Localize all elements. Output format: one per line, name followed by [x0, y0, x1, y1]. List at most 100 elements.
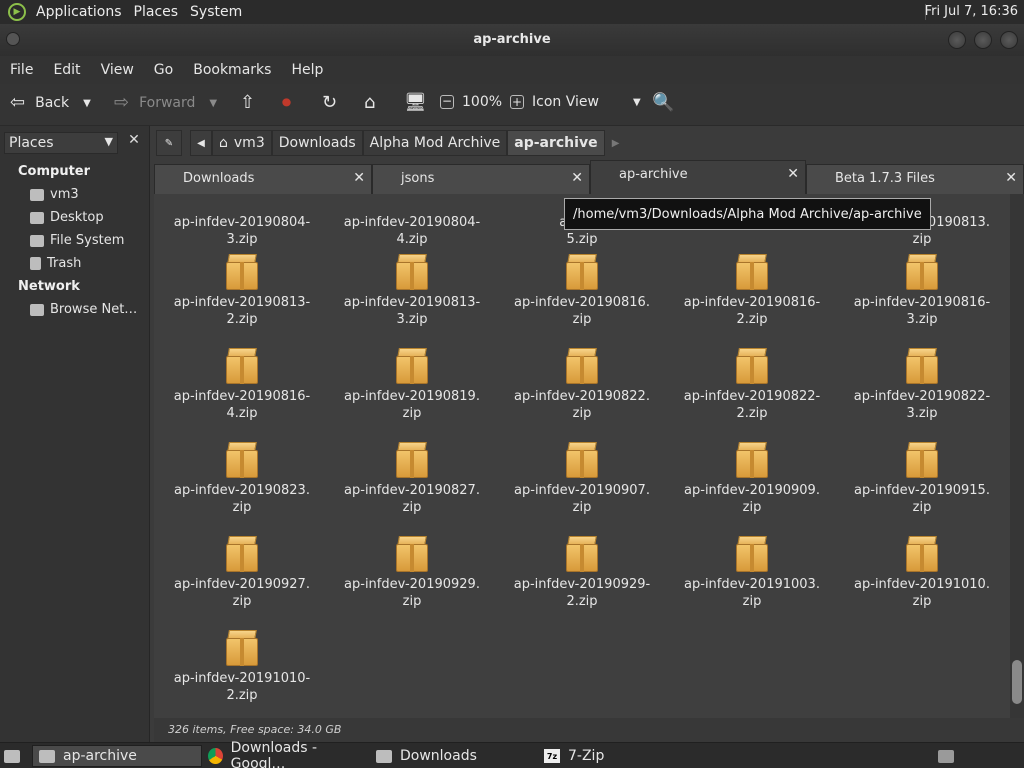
file-item[interactable]: ap-infdev-20191010. zip	[847, 534, 997, 610]
breadcrumb-ap-archive[interactable]: ap-archive	[507, 130, 605, 156]
file-item[interactable]: ap-infdev-20191003. zip	[677, 534, 827, 610]
file-icon-grid[interactable]: ap-infdev-20190804- 3.zip ap-infdev-201908…	[154, 194, 1010, 718]
zoom-out-icon[interactable]: −	[440, 95, 454, 109]
file-item[interactable]: ap-infdev-20190816. zip	[507, 252, 657, 328]
zip-archive-icon	[395, 440, 429, 478]
sidebar-item-vm3[interactable]: vm3	[30, 187, 79, 202]
file-item[interactable]: ap-infdev-20190816- 3.zip	[847, 252, 997, 328]
show-desktop-button[interactable]	[0, 745, 26, 767]
file-item[interactable]: ap-infdev-20190819. zip	[337, 346, 487, 422]
sidebar-close-icon[interactable]: ✕	[124, 132, 144, 154]
forward-button[interactable]: ⇨ Forward ▼	[114, 94, 217, 112]
menu-edit[interactable]: Edit	[43, 62, 90, 78]
sidebar-item-label: Browse Net…	[50, 302, 138, 317]
scrollbar-thumb[interactable]	[1012, 660, 1022, 704]
file-item[interactable]: ap-infdev-20190929. zip	[337, 534, 487, 610]
file-item[interactable]: ap-infdev-20190822- 2.zip	[677, 346, 827, 422]
file-item[interactable]: ap-infdev-20190827. zip	[337, 440, 487, 516]
menu-go[interactable]: Go	[144, 62, 183, 78]
view-mode-chevron-icon: ▼	[632, 96, 641, 108]
file-item[interactable]: ap-infdev-20190822- 3.zip	[847, 346, 997, 422]
maximize-button[interactable]	[974, 31, 992, 49]
file-item[interactable]: ap-infdev-20191010- 2.zip	[167, 628, 317, 704]
file-name-line: 2.zip	[736, 312, 768, 327]
zip-archive-icon	[905, 534, 939, 572]
window-titlebar[interactable]: ap-archive	[0, 24, 1024, 56]
file-item[interactable]: ap-infdev-20190816- 2.zip	[677, 252, 827, 328]
sidebar-item-file-system[interactable]: File System	[30, 233, 124, 248]
tab-downloads[interactable]: Downloads ✕	[154, 164, 372, 194]
menu-help[interactable]: Help	[281, 62, 333, 78]
zip-archive-icon	[565, 440, 599, 478]
file-item[interactable]: ap-infdev-20190929- 2.zip	[507, 534, 657, 610]
computer-button[interactable]: 🖥	[404, 94, 427, 112]
tab-beta-1-7-3-files[interactable]: Beta 1.7.3 Files ✕	[806, 164, 1024, 194]
taskbar-item-ap-archive[interactable]: ap-archive	[32, 745, 202, 767]
back-history-chevron-icon[interactable]: ▼	[83, 98, 91, 109]
file-name-line: zip	[912, 594, 932, 609]
menubar: File Edit View Go Bookmarks Help	[0, 56, 1024, 84]
7zip-icon: 7z	[544, 749, 560, 763]
search-button[interactable]: 🔍	[652, 94, 674, 112]
tab-close-icon[interactable]: ✕	[787, 166, 799, 182]
forward-history-chevron-icon[interactable]: ▼	[209, 98, 217, 109]
chevron-left-icon: ◀	[197, 137, 205, 149]
zip-archive-icon	[735, 534, 769, 572]
sidebar-section-network: Network	[18, 279, 80, 294]
zoom-level[interactable]: 100%	[462, 94, 502, 110]
clock[interactable]: Fri Jul 7, 16:36	[925, 4, 1018, 19]
file-item[interactable]: ap-infdev-20190927. zip	[167, 534, 317, 610]
file-item[interactable]: ap-infdev-20190907. zip	[507, 440, 657, 516]
file-item[interactable]: ap-infdev-20190804- 3.zip	[167, 194, 317, 248]
up-button[interactable]: ⇧	[240, 94, 255, 112]
sidebar-mode-select[interactable]: Places ▼	[4, 132, 118, 154]
minimize-button[interactable]	[948, 31, 966, 49]
places-menu[interactable]: Places	[128, 4, 185, 20]
file-item[interactable]: ap-infdev-20190804- 4.zip	[337, 194, 487, 248]
tab-close-icon[interactable]: ✕	[353, 170, 365, 186]
toggle-location-entry-button[interactable]: ✎	[156, 130, 182, 156]
breadcrumb-downloads[interactable]: Downloads	[271, 130, 363, 156]
workspace-switcher[interactable]	[934, 745, 960, 767]
folder-icon	[376, 749, 392, 763]
sidebar-item-desktop[interactable]: Desktop	[30, 210, 104, 225]
file-item[interactable]: ap-infdev-20190816- 4.zip	[167, 346, 317, 422]
tab-jsons[interactable]: jsons ✕	[372, 164, 590, 194]
vertical-scrollbar[interactable]	[1010, 194, 1024, 718]
menu-file[interactable]: File	[0, 62, 43, 78]
taskbar-item-7zip[interactable]: 7z 7-Zip	[538, 745, 706, 767]
file-item[interactable]: ap-infdev-20190823. zip	[167, 440, 317, 516]
zip-archive-icon	[905, 346, 939, 384]
breadcrumb-label: vm3	[233, 135, 265, 151]
reload-button[interactable]: ↻	[322, 94, 337, 112]
system-menu[interactable]: System	[184, 4, 248, 20]
breadcrumb-alpha-mod-archive[interactable]: Alpha Mod Archive	[362, 130, 508, 156]
view-mode-select[interactable]: Icon View ▼	[532, 94, 641, 110]
sidebar-item-browse-network[interactable]: Browse Net…	[30, 302, 137, 317]
tab-close-icon[interactable]: ✕	[571, 170, 583, 186]
stop-button[interactable]: ⏺	[282, 94, 291, 112]
taskbar-item-chrome-downloads[interactable]: Downloads - Googl…	[202, 740, 370, 768]
file-name-line: zip	[402, 406, 422, 421]
sidebar-item-trash[interactable]: Trash	[30, 256, 81, 271]
file-item[interactable]: ap-infdev-20190915. zip	[847, 440, 997, 516]
applications-menu[interactable]: Applications	[30, 4, 128, 20]
file-item[interactable]: ap-infdev-20190813- 3.zip	[337, 252, 487, 328]
menu-bookmarks[interactable]: Bookmarks	[183, 62, 281, 78]
tab-close-icon[interactable]: ✕	[1005, 170, 1017, 186]
breadcrumb-scroll-left-button[interactable]: ◀	[190, 130, 212, 156]
file-item[interactable]: ap-infdev-20190813- 2.zip	[167, 252, 317, 328]
back-button[interactable]: ⇦ Back ▼	[10, 94, 91, 112]
file-item[interactable]: ap-infdev-20190822. zip	[507, 346, 657, 422]
file-name-line: 3.zip	[396, 312, 428, 327]
breadcrumb-vm3[interactable]: ⌂ vm3	[212, 130, 272, 156]
breadcrumb-scroll-right-button[interactable]: ▶	[605, 130, 627, 156]
file-item[interactable]: ap-infdev-20190909. zip	[677, 440, 827, 516]
tab-ap-archive[interactable]: ap-archive ✕	[590, 160, 806, 194]
home-button[interactable]: ⌂	[364, 94, 375, 112]
taskbar-item-downloads[interactable]: Downloads	[370, 745, 538, 767]
distro-logo-icon[interactable]: ▶	[8, 3, 26, 21]
menu-view[interactable]: View	[91, 62, 144, 78]
zoom-in-icon[interactable]: +	[510, 95, 525, 109]
close-button[interactable]	[1000, 31, 1018, 49]
